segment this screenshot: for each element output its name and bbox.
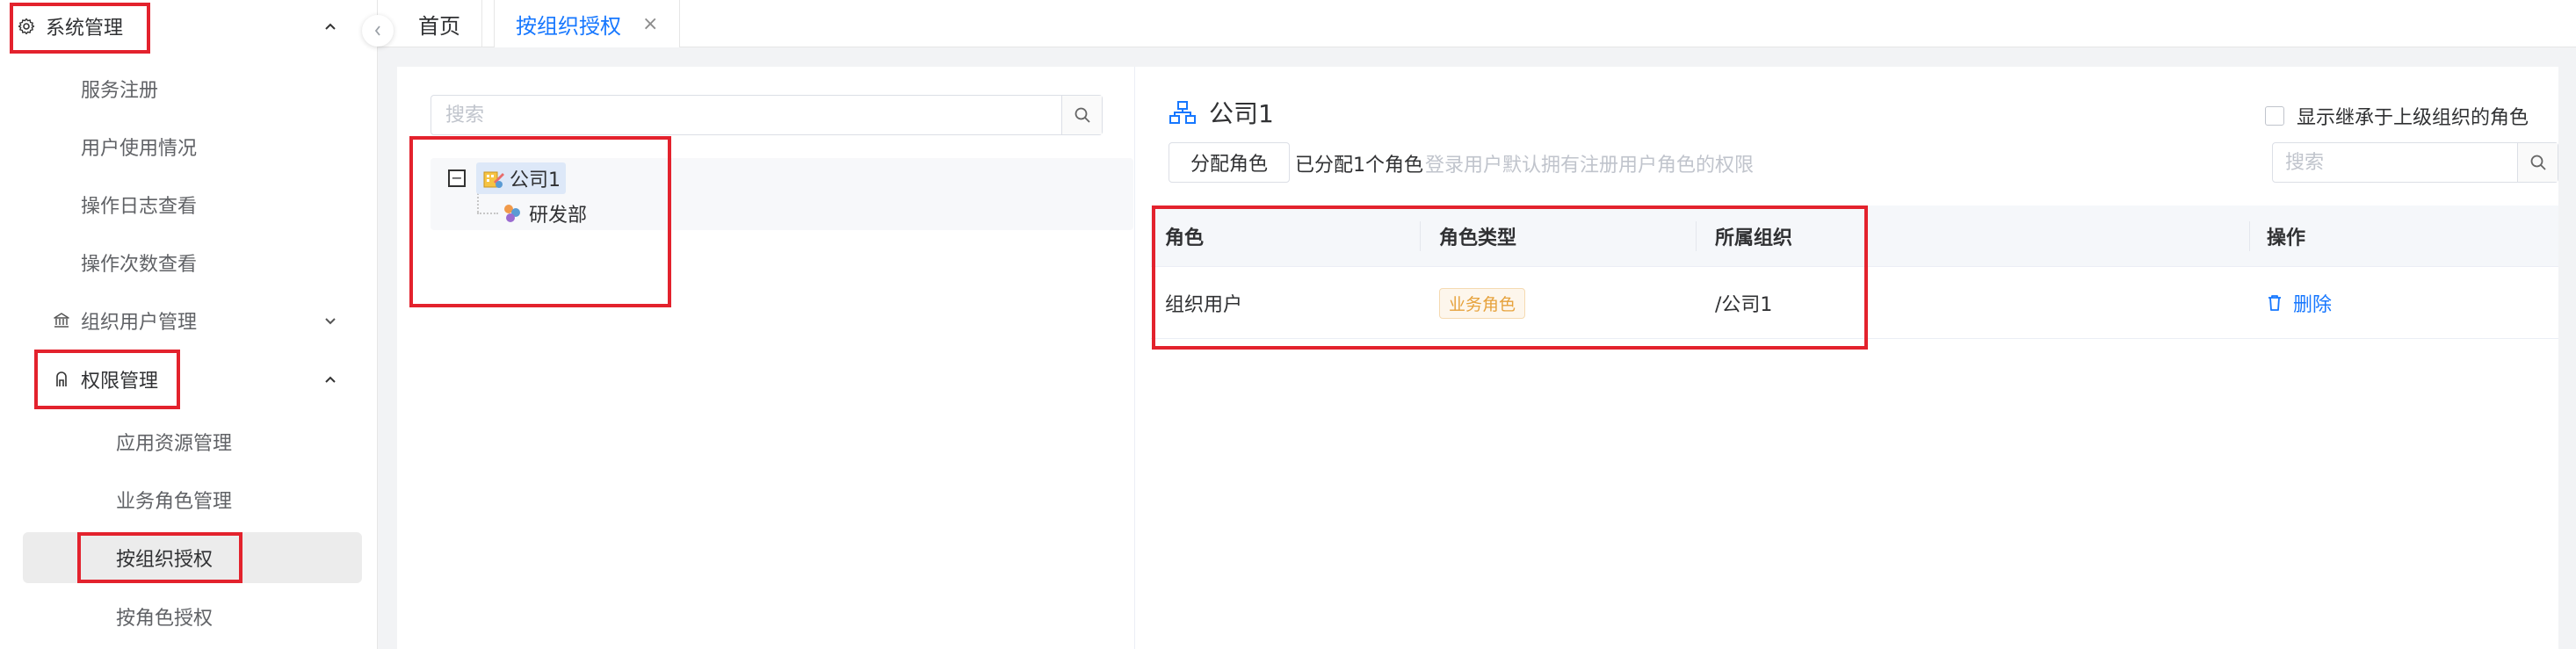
org-tree-panel: − 公司1 研发部 — [397, 67, 1135, 649]
cell-role-type: 业务角色 — [1425, 267, 1526, 339]
sidebar-item-label: 权限管理 — [81, 371, 159, 393]
sidebar-item-system-management[interactable]: 系统管理 — [0, 3, 378, 50]
tree-node-label: 公司1 — [510, 169, 561, 191]
sidebar-item-service-register[interactable]: 服务注册 — [0, 65, 378, 112]
sidebar-item-label: 按组织授权 — [116, 549, 213, 571]
search-icon — [1075, 107, 1090, 123]
collapse-sidebar-button[interactable] — [362, 15, 394, 47]
app-root: 系统管理 服务注册 用户使用情况 操作日志查看 操作次数查看 组织用户管理 权限… — [0, 0, 2576, 649]
table-header: 角色 角色类型 所属组织 操作 — [1151, 206, 2558, 267]
sidebar-item-operation-count[interactable]: 操作次数查看 — [0, 239, 378, 286]
collapse-toggle-icon[interactable]: − — [448, 169, 466, 187]
column-divider — [2249, 221, 2250, 251]
sidebar-item-business-role[interactable]: 业务角色管理 — [0, 476, 378, 523]
sidebar-item-label: 服务注册 — [81, 80, 159, 102]
tree-node-company1[interactable]: − 公司1 — [448, 162, 566, 194]
tab-home[interactable]: 首页 — [397, 0, 482, 47]
checkbox-box[interactable] — [2264, 106, 2284, 126]
sidebar-item-label: 系统管理 — [46, 18, 124, 40]
tree-node-label: 研发部 — [529, 205, 588, 227]
bank-icon — [51, 310, 72, 331]
column-header-org: 所属组织 — [1715, 227, 1793, 249]
cell-action: 删除 — [2253, 267, 2332, 339]
assign-role-button[interactable]: 分配角色 — [1169, 142, 1290, 183]
role-search-input[interactable] — [2273, 143, 2515, 182]
sidebar-item-role-authorization[interactable]: 按角色授权 — [0, 593, 378, 640]
tree-connector — [477, 213, 498, 214]
sidebar-item-label: 操作次数查看 — [81, 254, 198, 276]
sidebar-item-user-usage[interactable]: 用户使用情况 — [0, 123, 378, 170]
sidebar-item-app-resource[interactable]: 应用资源管理 — [0, 418, 378, 465]
role-type-tag: 业务角色 — [1439, 287, 1526, 319]
sidebar-item-label: 业务角色管理 — [116, 491, 233, 513]
sidebar-item-org-user-management[interactable]: 组织用户管理 — [0, 297, 378, 344]
sidebar-item-label: 组织用户管理 — [81, 312, 198, 334]
sidebar-item-operation-log[interactable]: 操作日志查看 — [0, 181, 378, 228]
gear-icon — [16, 16, 37, 37]
role-search-box — [2272, 142, 2558, 183]
tree-search-button[interactable] — [1061, 96, 1102, 134]
sidebar: 系统管理 服务注册 用户使用情况 操作日志查看 操作次数查看 组织用户管理 权限… — [0, 0, 378, 649]
tab-label: 首页 — [418, 13, 460, 39]
column-divider — [1696, 221, 1697, 251]
cell-org: /公司1 — [1715, 294, 1773, 316]
tree-node-selected: 公司1 — [476, 162, 566, 194]
lock-icon — [51, 369, 72, 390]
sidebar-item-label: 应用资源管理 — [116, 433, 233, 455]
assigned-hint-text: 登录用户默认拥有注册用户角色的权限 — [1425, 155, 1755, 177]
inherit-roles-label: 显示继承于上级组织的角色 — [2296, 107, 2529, 129]
org-name: 公司1 — [1209, 99, 1274, 128]
role-search-button[interactable] — [2517, 143, 2558, 182]
tree-search-input[interactable] — [431, 96, 1064, 134]
chevron-down-icon — [322, 312, 339, 329]
assigned-count-text: 已分配1个角色 — [1295, 155, 1423, 177]
sidebar-item-label: 用户使用情况 — [81, 138, 198, 160]
chevron-up-icon — [322, 18, 339, 35]
org-title: 公司1 — [1169, 95, 1274, 130]
tree-connector — [477, 193, 479, 213]
chevron-left-icon — [374, 25, 380, 36]
sidebar-item-permission-management[interactable]: 权限管理 — [0, 356, 378, 403]
sidebar-item-label: 操作日志查看 — [81, 196, 198, 218]
trash-icon — [2268, 295, 2281, 311]
cell-role: 组织用户 — [1165, 294, 1243, 316]
sidebar-item-label: 按角色授权 — [116, 608, 213, 630]
company-icon — [483, 171, 504, 188]
column-header-role-type: 角色类型 — [1439, 227, 1517, 249]
tab-bar: 首页 按组织授权 × — [378, 0, 2576, 47]
search-icon — [2530, 155, 2546, 170]
column-header-role: 角色 — [1165, 227, 1205, 249]
delete-label: 删除 — [2293, 294, 2333, 316]
column-divider — [1420, 221, 1421, 251]
tab-label: 按组织授权 — [516, 13, 621, 39]
inherit-roles-checkbox[interactable]: 显示继承于上级组织的角色 — [2264, 102, 2529, 130]
column-header-action: 操作 — [2267, 227, 2306, 249]
table-row: 组织用户 业务角色 /公司1 删除 — [1151, 267, 2558, 339]
sidebar-item-org-authorization[interactable]: 按组织授权 — [23, 532, 362, 583]
tab-org-authorization[interactable]: 按组织授权 × — [494, 0, 681, 47]
close-icon[interactable]: × — [642, 13, 658, 35]
department-icon — [504, 205, 520, 222]
tree-search-box — [431, 95, 1103, 135]
tree-node-rd-dept[interactable]: 研发部 — [501, 198, 587, 228]
delete-role-link[interactable]: 删除 — [2267, 289, 2332, 317]
org-structure-icon — [1169, 101, 1196, 124]
chevron-up-icon — [322, 371, 339, 388]
main-content: − 公司1 研发部 公司1 显示继承于上级组织的角色 分配角色 已分配1个角色 … — [397, 67, 2558, 649]
